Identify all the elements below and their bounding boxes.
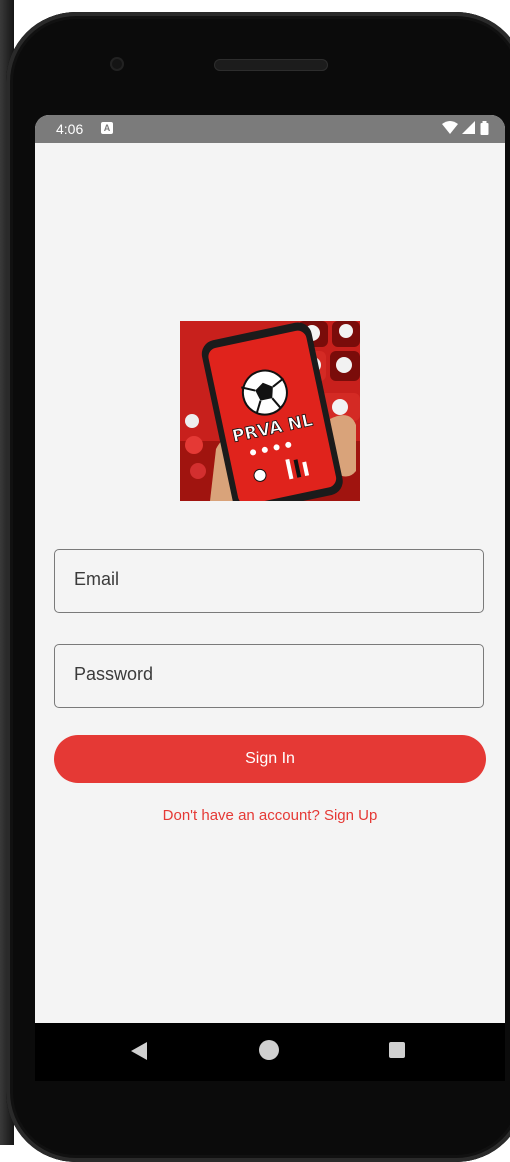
home-icon[interactable]	[259, 1040, 279, 1060]
email-field[interactable]: Email	[54, 549, 484, 613]
battery-icon	[480, 121, 489, 135]
wifi-icon	[442, 121, 458, 134]
status-bar: 4:06 A	[35, 115, 505, 143]
navigation-bar	[35, 1023, 505, 1081]
password-placeholder: Password	[74, 664, 154, 684]
back-icon[interactable]	[131, 1042, 147, 1060]
device-frame: 4:06 A PRVA NL Email Password Sign In Do…	[6, 12, 510, 1162]
app-logo: PRVA NL	[180, 321, 360, 501]
password-field[interactable]: Password	[54, 644, 484, 708]
recents-icon[interactable]	[389, 1042, 405, 1058]
earpiece-speaker	[214, 59, 328, 71]
notification-a-icon: A	[101, 122, 113, 134]
status-time: 4:06	[56, 121, 84, 137]
email-placeholder: Email	[74, 569, 120, 589]
status-icons	[442, 121, 489, 135]
app-screen: 4:06 A PRVA NL Email Password Sign In Do…	[35, 115, 505, 1023]
sign-in-button[interactable]: Sign In	[54, 735, 486, 783]
front-camera-icon	[110, 57, 124, 71]
signal-icon	[462, 121, 475, 134]
sign-up-link[interactable]: Don't have an account? Sign Up	[35, 807, 505, 824]
